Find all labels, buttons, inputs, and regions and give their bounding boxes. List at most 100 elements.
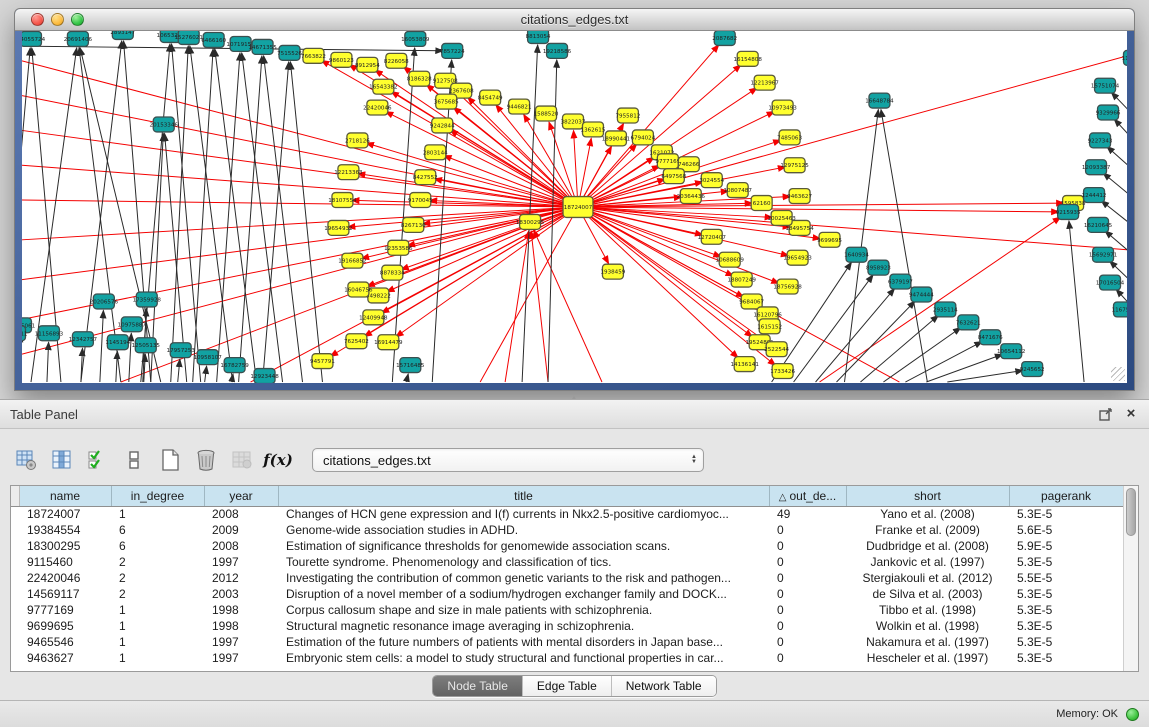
graph-node[interactable]: 16648784	[865, 93, 894, 108]
graph-node[interactable]: 20364436	[677, 189, 706, 204]
graph-node[interactable]: 9498222	[366, 288, 391, 303]
graph-node[interactable]: 1362615	[581, 122, 606, 137]
graph-node[interactable]: 15692971	[1089, 247, 1118, 262]
graph-node[interactable]: 2718126	[345, 133, 370, 148]
graph-node[interactable]: 7515526	[277, 45, 302, 60]
column-header-in-degree[interactable]: in_degree	[111, 486, 204, 506]
graph-node[interactable]: 2935114	[933, 302, 958, 317]
graph-node[interactable]: 19166852	[338, 253, 366, 268]
memory-status-indicator[interactable]	[1126, 708, 1139, 721]
table-row[interactable]: 1938455462009Genome-wide association stu…	[11, 522, 1123, 538]
graph-node[interactable]: 12923448	[250, 369, 279, 383]
table-row[interactable]: 2242004622012Investigating the contribut…	[11, 570, 1123, 586]
graph-node[interactable]: 1938459	[601, 264, 626, 279]
graph-node[interactable]: 7485063	[777, 130, 802, 145]
graph-node[interactable]: 20206576	[90, 294, 119, 309]
delete-table-button[interactable]	[226, 444, 258, 476]
graph-node[interactable]: 1615152	[757, 319, 782, 334]
graph-node[interactable]: 12093387	[1082, 160, 1111, 175]
graph-node[interactable]: 8878334	[380, 265, 405, 280]
graph-node[interactable]: 16914479	[374, 335, 403, 350]
graph-node[interactable]: 22420046	[363, 100, 392, 115]
graph-node[interactable]: 16046756	[344, 282, 373, 297]
graph-node[interactable]: 12720407	[698, 229, 727, 244]
graph-node[interactable]: 16782759	[220, 358, 249, 373]
graph-node[interactable]: 14136141	[731, 357, 760, 372]
graph-node[interactable]: 16210645	[1084, 217, 1113, 232]
function-builder-button[interactable]: f(x)	[262, 444, 294, 476]
graph-node[interactable]: 16053809	[401, 31, 430, 46]
column-header-name[interactable]: name	[19, 486, 111, 506]
graph-node[interactable]: 8186328	[407, 71, 432, 86]
graph-node[interactable]: 1167533	[1112, 302, 1127, 317]
graph-node[interactable]: 15716485	[396, 358, 425, 373]
create-column-button[interactable]	[154, 444, 186, 476]
graph-node[interactable]: 3675685	[434, 94, 459, 109]
graph-node[interactable]: 18724007	[563, 197, 593, 218]
graph-node[interactable]: 8813054	[526, 31, 551, 43]
graph-node[interactable]: 9245652	[1020, 362, 1045, 377]
network-canvas[interactable]: 1872400718300295766382298601238912954822…	[22, 31, 1127, 383]
graph-node[interactable]: 62160	[751, 196, 772, 211]
graph-node[interactable]: 18107554	[328, 193, 357, 208]
table-row[interactable]: 946554611997Estimation of the future num…	[11, 634, 1123, 650]
graph-node[interactable]: 15751074	[1091, 78, 1120, 93]
graph-node[interactable]: 8958923	[866, 260, 891, 275]
graph-node[interactable]: 10688609	[716, 252, 745, 267]
column-visibility-button[interactable]	[46, 444, 78, 476]
column-header-pagerank[interactable]: pagerank	[1009, 486, 1123, 506]
graph-node[interactable]: 1640934	[844, 247, 869, 262]
graph-node[interactable]: 9227343	[1088, 133, 1113, 148]
graph-node[interactable]: 18300295	[516, 214, 545, 229]
table-scrollbar-thumb[interactable]	[1126, 488, 1136, 536]
graph-node[interactable]: 19654932	[324, 220, 352, 235]
graph-node[interactable]: 1244412	[1082, 188, 1107, 203]
close-panel-icon[interactable]: ×	[1123, 406, 1139, 422]
graph-node[interactable]: 20153346	[150, 117, 179, 132]
graph-node[interactable]: 9777169	[655, 154, 680, 169]
graph-node[interactable]: 1112756	[1122, 50, 1127, 65]
graph-node[interactable]: 1145194	[105, 335, 130, 350]
delete-column-button[interactable]	[190, 444, 222, 476]
tab-node-table[interactable]: Node Table	[433, 676, 523, 696]
graph-node[interactable]: 8454749	[478, 90, 503, 105]
graph-node[interactable]: 14671355	[248, 39, 277, 54]
graph-node[interactable]: 9446821	[507, 99, 532, 114]
table-scrollbar[interactable]	[1123, 486, 1138, 671]
window-titlebar[interactable]: citations_edges.txt	[15, 9, 1134, 31]
graph-node[interactable]: 12409948	[359, 310, 388, 325]
graph-node[interactable]: 18756928	[773, 279, 802, 294]
graph-node[interactable]: 20691406	[64, 31, 93, 46]
table-selector-dropdown[interactable]: citations_edges.txt ▲▼	[312, 448, 704, 472]
graph-node[interactable]: 17016504	[1096, 275, 1125, 290]
graph-node[interactable]: 8267130	[401, 217, 426, 232]
graph-node[interactable]: 11156893	[35, 326, 64, 341]
column-header-short[interactable]: short	[846, 486, 1009, 506]
graph-node[interactable]: 12213967	[750, 75, 779, 90]
graph-node[interactable]: 6497568	[661, 169, 686, 184]
graph-node[interactable]: 7625402	[344, 334, 369, 349]
graph-node[interactable]: 9457791	[310, 354, 335, 369]
column-header-title[interactable]: title	[278, 486, 769, 506]
graph-node[interactable]: 7955812	[615, 108, 640, 123]
graph-node[interactable]: 8471676	[978, 330, 1003, 345]
graph-node[interactable]: 12213363	[334, 165, 363, 180]
graph-node[interactable]: 3024554	[699, 173, 724, 188]
graph-node[interactable]: 8912954	[355, 57, 380, 72]
graph-node[interactable]: 10975887	[118, 317, 147, 332]
graph-node[interactable]: 9242844	[430, 118, 455, 133]
graph-node[interactable]: 17957253	[167, 343, 196, 358]
column-header-year[interactable]: year	[204, 486, 278, 506]
table-row[interactable]: 911546021997Tourette syndrome. Phenomeno…	[11, 554, 1123, 570]
graph-node[interactable]: 12353586	[384, 240, 413, 255]
graph-node[interactable]: 6379197	[888, 274, 913, 289]
table-mode-button[interactable]	[10, 444, 42, 476]
graph-node[interactable]: 9860123	[329, 52, 354, 67]
graph-node[interactable]: 10973493	[768, 100, 797, 115]
graph-node[interactable]: 10958107	[193, 350, 222, 365]
graph-node[interactable]: 10654112	[997, 344, 1025, 359]
graph-node[interactable]: 14055724	[22, 31, 46, 46]
graph-node[interactable]: 18990441	[602, 131, 631, 146]
resize-grip[interactable]	[1111, 367, 1125, 381]
table-row[interactable]: 1872400712008Changes of HCN gene express…	[11, 506, 1123, 522]
